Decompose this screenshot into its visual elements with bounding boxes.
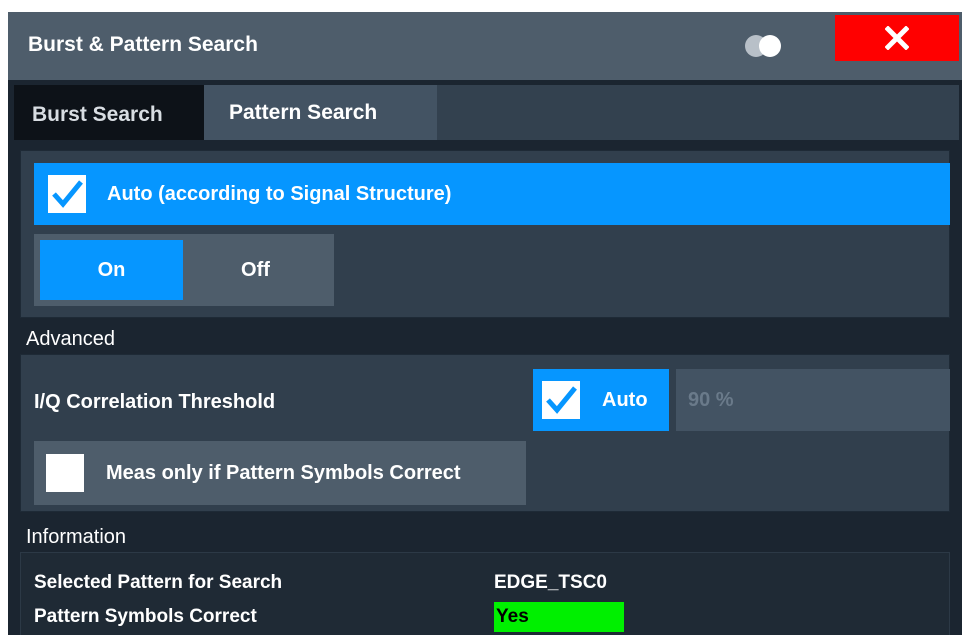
iq-auto-label: Auto <box>602 388 648 411</box>
information-heading: Information <box>22 522 180 552</box>
tab-bar-filler <box>437 85 959 140</box>
checkmark-icon <box>546 386 577 414</box>
auto-label: Auto (according to Signal Structure) <box>107 182 452 205</box>
off-button[interactable]: Off <box>183 240 328 300</box>
information-panel: Selected Pattern for Search EDGE_TSC0 Pa… <box>20 552 950 635</box>
tab-pattern-search[interactable]: Pattern Search <box>204 85 437 140</box>
close-icon <box>885 26 909 50</box>
auto-signal-structure-checkbox[interactable]: Auto (according to Signal Structure) <box>34 163 950 225</box>
dialog-titlebar: Burst & Pattern Search <box>8 12 962 80</box>
checkmark-icon <box>52 180 83 208</box>
selected-pattern-value: EDGE_TSC0 <box>494 572 607 593</box>
dialog-title: Burst & Pattern Search <box>28 33 258 56</box>
on-button[interactable]: On <box>40 240 183 300</box>
meas-only-label: Meas only if Pattern Symbols Correct <box>106 461 461 484</box>
status-badge: Yes <box>494 602 624 632</box>
iq-auto-checkbox[interactable]: Auto <box>533 369 669 431</box>
advanced-heading: Advanced <box>22 324 162 354</box>
display-toggle-icon[interactable] <box>742 34 796 58</box>
checkbox-checked[interactable] <box>542 381 580 419</box>
auto-panel: Auto (according to Signal Structure) On … <box>20 150 950 318</box>
burst-pattern-search-dialog: Burst & Pattern Search Burst Search Patt… <box>8 12 962 635</box>
iq-correlation-threshold-label: I/Q Correlation Threshold <box>34 391 276 413</box>
on-off-toggle[interactable]: On Off <box>34 234 334 306</box>
tab-bar: Burst Search Pattern Search <box>14 85 959 140</box>
iq-threshold-input[interactable]: 90 % <box>676 369 950 431</box>
selected-pattern-label: Selected Pattern for Search <box>34 572 283 593</box>
advanced-panel: I/Q Correlation Threshold Auto 90 % Meas… <box>20 354 950 512</box>
checkbox-checked[interactable] <box>48 175 86 213</box>
tab-burst-search[interactable]: Burst Search <box>14 85 204 140</box>
pattern-symbols-correct-label: Pattern Symbols Correct <box>34 606 257 627</box>
checkbox-unchecked[interactable] <box>46 454 84 492</box>
meas-only-if-correct-checkbox[interactable]: Meas only if Pattern Symbols Correct <box>34 441 526 505</box>
close-button[interactable] <box>835 15 959 61</box>
